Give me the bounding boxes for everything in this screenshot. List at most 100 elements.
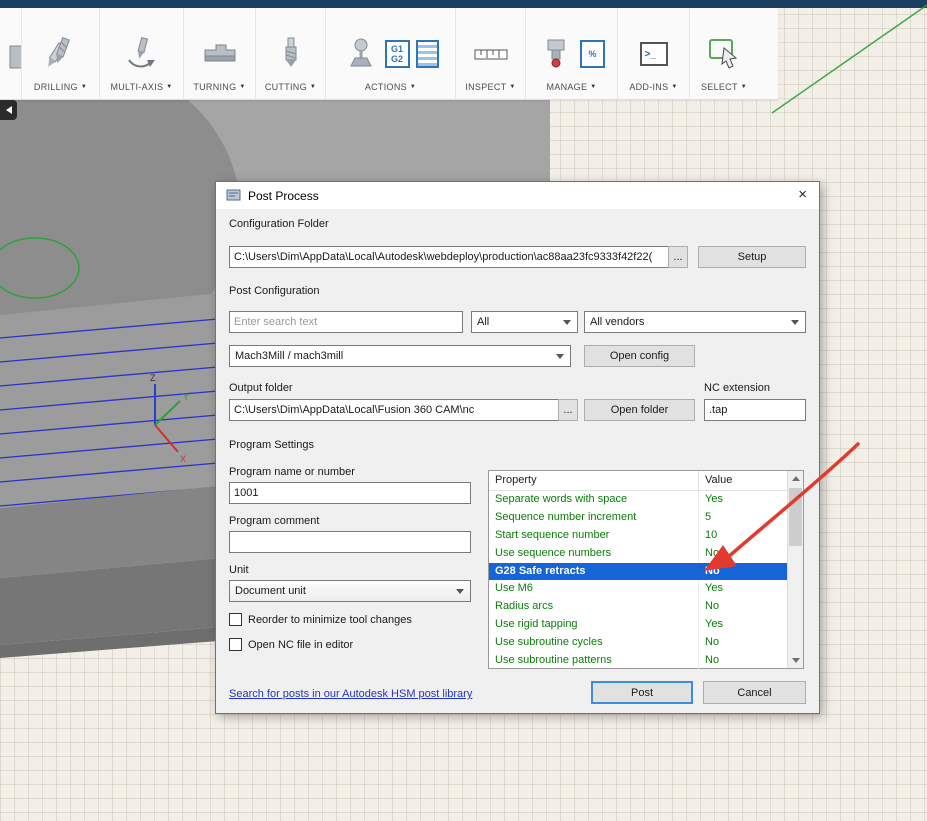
turning-icon	[202, 35, 238, 73]
toolbar-group-cutting-label: CUTTING	[265, 82, 307, 92]
configuration-folder-browse-button[interactable]: ...	[668, 246, 688, 268]
toolbar-group-inspect[interactable]: INSPECT▼	[456, 8, 526, 99]
close-icon[interactable]: ×	[798, 186, 807, 204]
unit-dropdown[interactable]: Document unit	[229, 580, 471, 602]
output-folder-browse-button[interactable]: ...	[558, 399, 578, 421]
post-button[interactable]: Post	[591, 681, 693, 704]
checkbox-open-nc-file[interactable]: Open NC file in editor	[229, 638, 353, 651]
program-name-label: Program name or number	[229, 466, 355, 478]
program-name-input[interactable]	[229, 482, 471, 504]
nc-extension-label: NC extension	[704, 382, 770, 394]
vendor-filter-dropdown[interactable]: All vendors	[584, 311, 806, 333]
toolbar-group-multi-axis-label: MULTI-AXIS	[110, 82, 163, 92]
toolbar-group-add-ins[interactable]: >_ ADD-INS▼	[618, 8, 690, 99]
toolbar-group-actions[interactable]: G1 G2 ACTIONS▼	[326, 8, 456, 99]
checkbox-reorder-label: Reorder to minimize tool changes	[248, 614, 412, 626]
setup-button[interactable]: Setup	[698, 246, 806, 268]
value-cell: No	[699, 652, 787, 670]
table-row[interactable]: Use subroutine cycles No	[489, 634, 787, 652]
checkbox-reorder-tool-changes[interactable]: Reorder to minimize tool changes	[229, 613, 412, 626]
toolbar-group-manage[interactable]: % MANAGE▼	[526, 8, 618, 99]
cancel-button[interactable]: Cancel	[703, 681, 806, 704]
value-cell: Yes	[699, 616, 787, 634]
table-row-selected[interactable]: G28 Safe retracts No	[489, 563, 787, 581]
post-properties-table: Property Value Separate words with space…	[488, 470, 804, 669]
configuration-folder-label: Configuration Folder	[229, 218, 329, 230]
property-cell: G28 Safe retracts	[489, 563, 699, 581]
chevron-down-icon: ▼	[239, 84, 245, 90]
chevron-down-icon: ▼	[310, 84, 316, 90]
post-config-dropdown[interactable]: Mach3Mill / mach3mill	[229, 345, 571, 367]
configuration-folder-input[interactable]	[229, 246, 669, 268]
open-folder-button[interactable]: Open folder	[584, 399, 695, 421]
setup-sheet-icon	[416, 40, 439, 68]
cam-toolbar: DRILLING▼ MULTI-AXIS▼ TURNING▼	[0, 8, 778, 100]
multi-axis-icon	[124, 35, 160, 73]
value-cell: No	[699, 563, 787, 581]
table-row[interactable]: Radius arcs No	[489, 598, 787, 616]
post-search-input[interactable]	[229, 311, 463, 333]
axis-x-label: X	[180, 454, 186, 464]
post-process-icon	[226, 188, 241, 203]
dropdown-caret-icon	[556, 354, 564, 359]
dialog-titlebar[interactable]: Post Process ×	[216, 182, 819, 209]
measure-icon	[473, 35, 509, 73]
table-row[interactable]: Use subroutine patterns No	[489, 652, 787, 670]
scroll-up-icon[interactable]	[788, 471, 803, 486]
toolbar-group-partial[interactable]	[0, 8, 22, 99]
capability-filter-dropdown[interactable]: All	[471, 311, 578, 333]
dialog-title: Post Process	[248, 189, 319, 203]
toolbar-group-add-ins-label: ADD-INS	[629, 82, 668, 92]
unit-label: Unit	[229, 564, 249, 576]
table-row[interactable]: Use M6 Yes	[489, 580, 787, 598]
dropdown-caret-icon	[456, 589, 464, 594]
value-cell: Yes	[699, 580, 787, 598]
table-row[interactable]: Separate words with space Yes	[489, 491, 787, 509]
value-cell: 10	[699, 527, 787, 545]
post-process-dialog: Post Process × Configuration Folder ... …	[215, 181, 820, 714]
program-settings-label: Program Settings	[229, 439, 314, 451]
table-row[interactable]: Sequence number increment 5	[489, 509, 787, 527]
table-row[interactable]: Use sequence numbers No	[489, 545, 787, 563]
property-cell: Radius arcs	[489, 598, 699, 616]
value-cell: Yes	[699, 491, 787, 509]
add-ins-icon: >_	[640, 42, 668, 66]
property-cell: Use M6	[489, 580, 699, 598]
chevron-down-icon: ▼	[741, 84, 747, 90]
collapse-left-icon	[6, 106, 12, 114]
scroll-down-icon[interactable]	[788, 653, 803, 668]
gcode-g1-text: G1	[391, 44, 403, 54]
dropdown-caret-icon	[563, 320, 571, 325]
value-cell: 5	[699, 509, 787, 527]
toolbar-group-turning[interactable]: TURNING▼	[184, 8, 256, 99]
value-cell: No	[699, 545, 787, 563]
nc-extension-input[interactable]	[704, 399, 806, 421]
checkbox-box[interactable]	[229, 638, 242, 651]
property-cell: Use subroutine patterns	[489, 652, 699, 670]
table-row[interactable]: Start sequence number 10	[489, 527, 787, 545]
property-cell: Separate words with space	[489, 491, 699, 509]
toolbar-group-multi-axis[interactable]: MULTI-AXIS▼	[100, 8, 184, 99]
property-cell: Sequence number increment	[489, 509, 699, 527]
output-folder-input[interactable]	[229, 399, 559, 421]
value-cell: No	[699, 598, 787, 616]
hsm-post-library-link[interactable]: Search for posts in our Autodesk HSM pos…	[229, 688, 472, 700]
property-cell: Use sequence numbers	[489, 545, 699, 563]
property-column-header: Property	[489, 471, 699, 490]
chevron-down-icon: ▼	[509, 84, 515, 90]
scrollbar-thumb[interactable]	[789, 488, 802, 546]
table-scrollbar[interactable]	[787, 471, 803, 668]
percent-text: %	[588, 49, 596, 59]
drilling-icon	[43, 35, 79, 73]
program-comment-input[interactable]	[229, 531, 471, 553]
toolbar-group-drilling[interactable]: DRILLING▼	[22, 8, 100, 99]
checkbox-box[interactable]	[229, 613, 242, 626]
toolbar-group-select[interactable]: SELECT▼	[690, 8, 758, 99]
toolbar-group-cutting[interactable]: CUTTING▼	[256, 8, 326, 99]
table-row[interactable]: Use rigid tapping Yes	[489, 616, 787, 634]
unit-value: Document unit	[235, 585, 306, 597]
open-config-button[interactable]: Open config	[584, 345, 695, 367]
chevron-down-icon: ▼	[410, 84, 416, 90]
browser-collapse-toggle[interactable]	[0, 100, 17, 120]
chevron-down-icon: ▼	[671, 84, 677, 90]
